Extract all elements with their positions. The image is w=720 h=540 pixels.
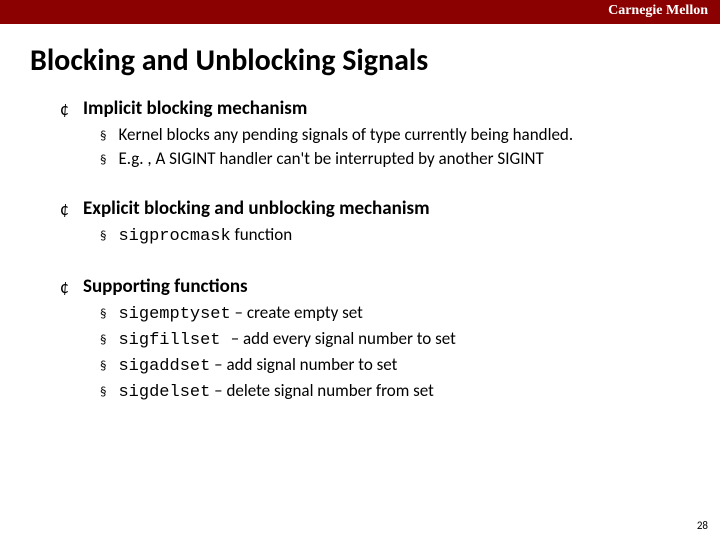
section-heading: ¢ Implicit blocking mechanism bbox=[60, 97, 690, 120]
list-item: § sigemptyset – create empty set bbox=[100, 302, 690, 327]
square-bullet-icon: § bbox=[100, 358, 106, 376]
code-text: sigdelset bbox=[118, 383, 210, 402]
list-item: § sigaddset – add signal number to set bbox=[100, 354, 690, 379]
item-text: function bbox=[231, 224, 292, 245]
code-text: sigemptyset bbox=[118, 305, 230, 324]
list-item: § sigprocmask function bbox=[100, 224, 690, 249]
section-explicit: ¢ Explicit blocking and unblocking mecha… bbox=[60, 197, 690, 249]
circle-bullet-icon: ¢ bbox=[60, 100, 69, 118]
item-text: – add every signal number to set bbox=[231, 328, 456, 349]
item-text: – add signal number to set bbox=[210, 354, 397, 375]
item-text: E.g. , A SIGINT handler can't be interru… bbox=[118, 148, 543, 171]
header-bar: Carnegie Mellon bbox=[0, 0, 720, 24]
heading-text: Supporting functions bbox=[83, 275, 248, 298]
code-text: sigfillset bbox=[118, 331, 230, 350]
section-heading: ¢ Explicit blocking and unblocking mecha… bbox=[60, 197, 690, 220]
circle-bullet-icon: ¢ bbox=[60, 278, 69, 296]
square-bullet-icon: § bbox=[100, 306, 106, 324]
slide-title: Blocking and Unblocking Signals bbox=[0, 24, 720, 79]
sub-list: § sigprocmask function bbox=[60, 224, 690, 249]
list-item: § E.g. , A SIGINT handler can't be inter… bbox=[100, 148, 690, 171]
item-text: – delete signal number from set bbox=[210, 380, 434, 401]
section-heading: ¢ Supporting functions bbox=[60, 275, 690, 298]
square-bullet-icon: § bbox=[100, 152, 106, 170]
item-text: Kernel blocks any pending signals of typ… bbox=[118, 124, 573, 147]
slide-content: ¢ Implicit blocking mechanism § Kernel b… bbox=[0, 79, 720, 405]
page-number: 28 bbox=[697, 519, 708, 532]
square-bullet-icon: § bbox=[100, 332, 106, 350]
code-text: sigprocmask bbox=[118, 227, 230, 246]
heading-text: Implicit blocking mechanism bbox=[83, 97, 307, 120]
list-item: § sigdelset – delete signal number from … bbox=[100, 380, 690, 405]
sub-list: § Kernel blocks any pending signals of t… bbox=[60, 124, 690, 171]
list-item: § Kernel blocks any pending signals of t… bbox=[100, 124, 690, 147]
square-bullet-icon: § bbox=[100, 128, 106, 146]
item-text: – create empty set bbox=[231, 302, 363, 323]
circle-bullet-icon: ¢ bbox=[60, 200, 69, 218]
sub-list: § sigemptyset – create empty set § sigfi… bbox=[60, 302, 690, 405]
heading-text: Explicit blocking and unblocking mechani… bbox=[83, 197, 430, 220]
institution-label: Carnegie Mellon bbox=[608, 3, 708, 18]
section-supporting: ¢ Supporting functions § sigemptyset – c… bbox=[60, 275, 690, 405]
section-implicit: ¢ Implicit blocking mechanism § Kernel b… bbox=[60, 97, 690, 171]
list-item: § sigfillset – add every signal number t… bbox=[100, 328, 690, 353]
square-bullet-icon: § bbox=[100, 228, 106, 246]
square-bullet-icon: § bbox=[100, 384, 106, 402]
code-text: sigaddset bbox=[118, 357, 210, 376]
